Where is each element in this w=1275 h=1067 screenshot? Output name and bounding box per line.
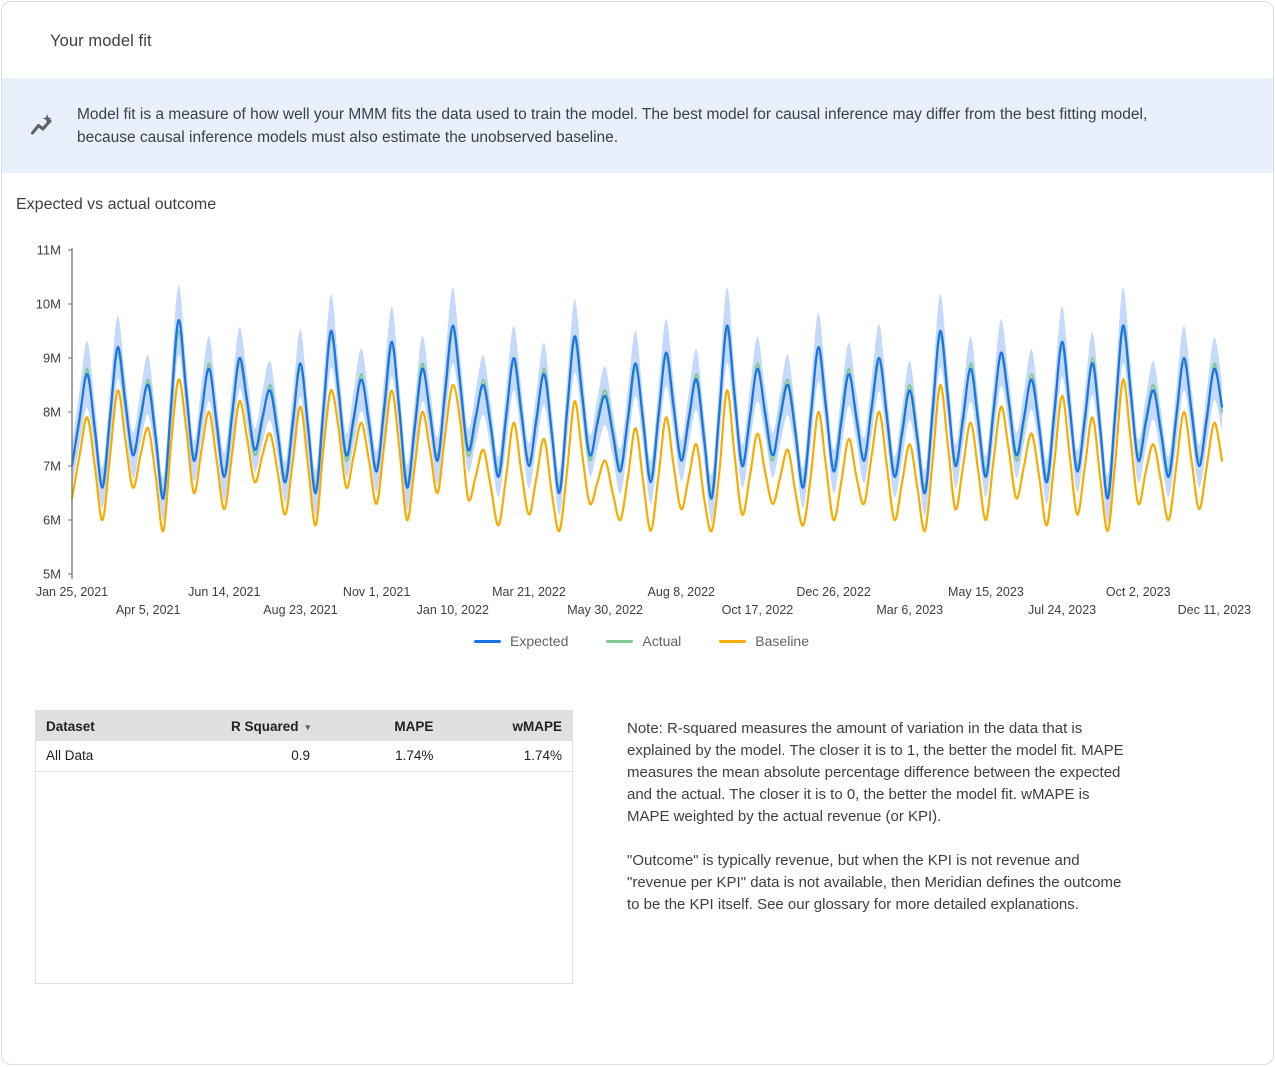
- x-tick-label: Jan 25, 2021: [36, 585, 108, 599]
- y-tick-label: 11M: [37, 243, 61, 258]
- legend-item-actual: Actual: [606, 633, 681, 649]
- insights-icon: [28, 111, 58, 141]
- x-tick-label: Dec 11, 2023: [1178, 603, 1251, 617]
- y-tick-label: 5M: [43, 567, 61, 582]
- column-header-wmape: wMAPE: [443, 711, 572, 741]
- cell-r-squared: 0.9: [181, 741, 320, 771]
- sort-desc-icon[interactable]: ▾: [306, 722, 311, 732]
- x-tick-label: Aug 23, 2021: [263, 603, 337, 617]
- expected-line-swatch: [474, 640, 501, 643]
- credible-interval-band: [72, 285, 1222, 522]
- cell-mape: 1.74%: [320, 741, 443, 771]
- model-fit-chart-svg: 11M 10M 9M 8M 7M 6M 5M Jan 25, 2021 Jun 14, 2021…: [10, 238, 1270, 618]
- x-tick-label: May 30, 2022: [567, 603, 643, 617]
- card-header: Your model fit: [2, 2, 1273, 78]
- x-tick-label: Nov 1, 2021: [343, 585, 410, 599]
- x-tick-label: Oct 2, 2023: [1106, 585, 1171, 599]
- legend-label-expected: Expected: [510, 633, 568, 649]
- x-tick-label: Dec 26, 2022: [796, 585, 870, 599]
- y-tick-label: 8M: [43, 405, 61, 420]
- x-tick-label: Mar 21, 2022: [492, 585, 566, 599]
- table-empty-area: [36, 772, 572, 983]
- cell-wmape: 1.74%: [443, 741, 572, 771]
- x-tick-label: Aug 8, 2022: [648, 585, 715, 599]
- chart-title: Expected vs actual outcome: [16, 196, 1273, 214]
- legend-item-expected: Expected: [474, 633, 568, 649]
- cell-dataset: All Data: [36, 741, 181, 771]
- y-tick-label: 10M: [36, 297, 61, 312]
- y-tick-label: 9M: [43, 351, 61, 366]
- x-tick-label: May 15, 2023: [948, 585, 1024, 599]
- legend-label-baseline: Baseline: [755, 633, 809, 649]
- x-tick-label: Mar 6, 2023: [876, 603, 943, 617]
- column-header-r-squared[interactable]: R Squared▾: [181, 711, 320, 741]
- table-row-all-data: All Data 0.9 1.74% 1.74%: [36, 741, 572, 771]
- x-tick-label: Jul 24, 2023: [1028, 603, 1096, 617]
- y-tick-label: 6M: [43, 513, 61, 528]
- legend-item-baseline: Baseline: [719, 633, 809, 649]
- y-tick-label: 7M: [43, 459, 61, 474]
- x-tick-label: Oct 17, 2022: [722, 603, 794, 617]
- model-fit-info-banner: Model fit is a measure of how well your …: [2, 78, 1273, 173]
- x-tick-label: Jan 10, 2022: [417, 603, 489, 617]
- column-header-mape: MAPE: [320, 711, 443, 741]
- chart-legend: Expected Actual Baseline: [10, 631, 1273, 651]
- model-fit-card: Your model fit Model fit is a measure of…: [1, 1, 1274, 1065]
- bottom-section: Dataset R Squared▾ MAPE wMAPE All Data 0…: [2, 710, 1273, 984]
- model-fit-metrics-table: Dataset R Squared▾ MAPE wMAPE All Data 0…: [35, 710, 573, 984]
- note-paragraph-2: "Outcome" is typically revenue, but when…: [627, 850, 1127, 916]
- note-text: Note: R-squared measures the amount of v…: [627, 710, 1127, 916]
- model-fit-chart: 11M 10M 9M 8M 7M 6M 5M Jan 25, 2021 Jun 14, 2021…: [10, 238, 1273, 651]
- table-header-row: Dataset R Squared▾ MAPE wMAPE: [36, 711, 572, 741]
- legend-label-actual: Actual: [642, 633, 681, 649]
- baseline-line-swatch: [719, 640, 746, 643]
- note-paragraph-1: Note: R-squared measures the amount of v…: [627, 718, 1127, 828]
- column-header-dataset: Dataset: [36, 711, 181, 741]
- banner-text: Model fit is a measure of how well your …: [77, 103, 1167, 149]
- actual-line-swatch: [606, 640, 633, 643]
- x-tick-label: Apr 5, 2021: [116, 603, 181, 617]
- page-title: Your model fit: [50, 32, 1273, 51]
- x-tick-label: Jun 14, 2021: [188, 585, 260, 599]
